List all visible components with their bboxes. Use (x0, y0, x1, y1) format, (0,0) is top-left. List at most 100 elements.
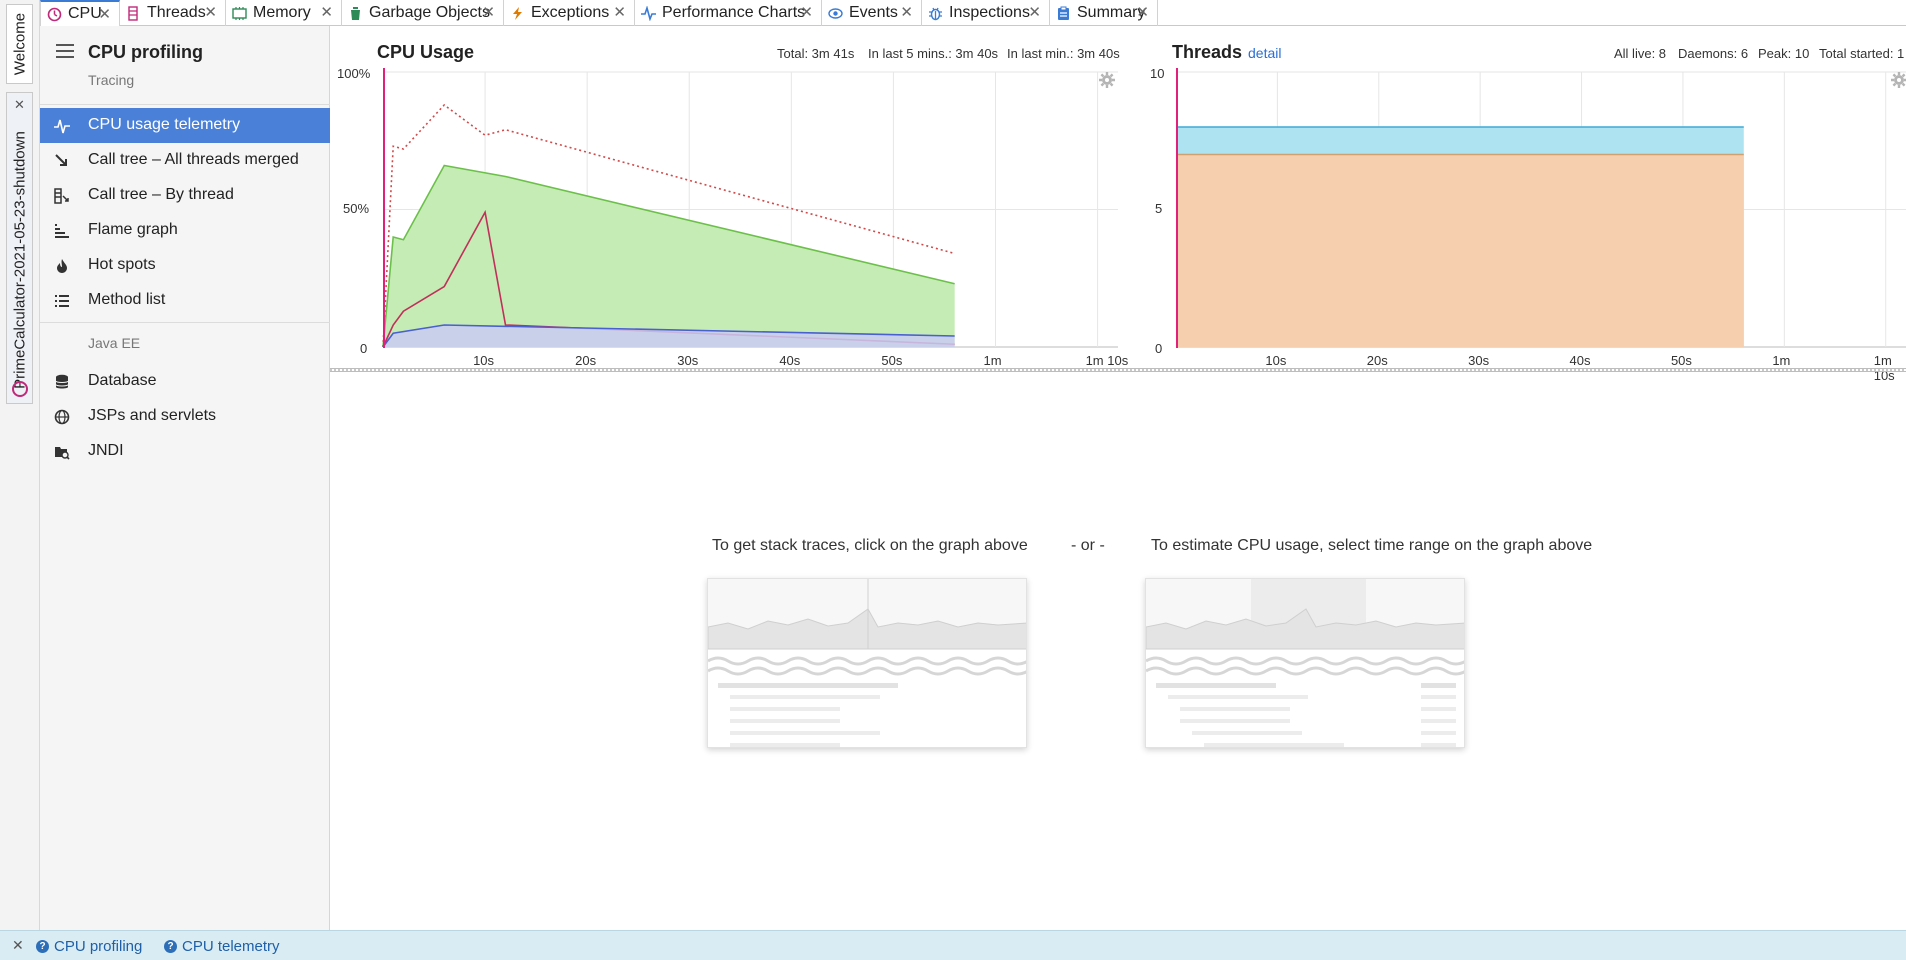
close-icon[interactable]: ✕ (12, 937, 24, 954)
globe-icon (54, 409, 70, 425)
sidebar-item-call-tree-by-thread[interactable]: Call tree – By thread (40, 178, 330, 213)
threads-detail-link[interactable]: detail (1248, 45, 1281, 61)
threads-icon (126, 5, 141, 21)
sidebar-item-jsps-servlets[interactable]: JSPs and servlets (40, 399, 330, 434)
memory-icon (232, 6, 247, 21)
help-link-label: CPU telemetry (182, 938, 280, 955)
sidebar-item-label: Flame graph (88, 221, 178, 238)
close-icon[interactable]: ✕ (613, 3, 626, 21)
list-icon (54, 293, 70, 309)
sidebar-item-label: JSPs and servlets (88, 407, 217, 424)
threads-y-tick: 10 (1150, 66, 1165, 81)
threads-y-tick: 5 (1155, 201, 1163, 216)
tab-label: Summary (1077, 4, 1146, 21)
threads-chart[interactable] (1130, 60, 1906, 370)
close-icon[interactable]: ✕ (900, 3, 913, 21)
thread-tree-icon (54, 188, 70, 204)
help-bar: ✕ ? CPU profiling ? CPU telemetry (0, 930, 1906, 960)
tab-performance-charts[interactable]: Performance Charts ✕ (635, 0, 822, 26)
hamburger-menu-icon[interactable] (56, 44, 74, 58)
close-icon[interactable]: ✕ (7, 97, 32, 113)
close-icon[interactable]: ✕ (98, 5, 111, 23)
tab-label: Performance Charts (662, 4, 806, 21)
tab-label: Events (849, 4, 898, 21)
cpu-x-tick: 20s (575, 353, 597, 368)
sidebar-item-method-list[interactable]: Method list (40, 283, 330, 318)
tab-label: Memory (253, 4, 311, 21)
cpu-stat-last-5-min: In last 5 mins.: 3m 40s (868, 46, 999, 61)
sidebar-item-flame-graph[interactable]: Flame graph (40, 213, 330, 248)
cpu-x-tick: 10s (473, 353, 495, 368)
help-icon: ? (36, 940, 49, 953)
session-tab-label: PrimeCalculator-2021-05-23-shutdown (11, 131, 28, 390)
sidebar-item-label: JNDI (88, 442, 124, 459)
close-icon[interactable]: ✕ (800, 3, 813, 21)
sidebar-item-label: Call tree – By thread (88, 186, 234, 203)
hint-stack-traces: To get stack traces, click on the graph … (712, 537, 1028, 554)
tab-exceptions[interactable]: Exceptions ✕ (504, 0, 635, 26)
sidebar: CPU profiling Tracing CPU usage telemetr… (40, 26, 330, 930)
cpu-stat-last-min: In last min.: 3m 40s (1007, 46, 1120, 61)
tab-inspections[interactable]: Inspections ✕ (922, 0, 1050, 26)
help-link-cpu-profiling[interactable]: ? CPU profiling (36, 938, 142, 955)
clipboard-icon (1056, 6, 1071, 21)
sidebar-title: CPU profiling (88, 42, 203, 62)
eye-icon (828, 6, 843, 21)
threads-x-tick: 1m (1772, 353, 1791, 368)
folder-search-icon (54, 444, 70, 460)
divider (40, 104, 330, 105)
sidebar-item-label: Database (88, 372, 157, 389)
bug-icon (928, 6, 943, 21)
cpu-y-tick: 100% (337, 66, 371, 81)
sidebar-item-label: CPU usage telemetry (88, 116, 241, 133)
tab-garbage-objects[interactable]: Garbage Objects ✕ (342, 0, 504, 26)
sidebar-item-cpu-usage-telemetry[interactable]: CPU usage telemetry (40, 108, 330, 143)
sidebar-item-hot-spots[interactable]: Hot spots (40, 248, 330, 283)
cpu-stat-total: Total: 3m 41s (777, 46, 855, 61)
cpu-usage-chart[interactable] (330, 60, 1130, 370)
sidebar-item-database[interactable]: Database (40, 364, 330, 399)
threads-stat-peak: Peak: 10 (1758, 46, 1810, 61)
settings-icon[interactable] (1891, 72, 1906, 88)
cpu-x-tick: 50s (881, 353, 903, 368)
hint-estimate-cpu: To estimate CPU usage, select time range… (1151, 537, 1593, 554)
cpu-x-tick: 1m (983, 353, 1002, 368)
section-label-java-ee: Java EE (88, 335, 141, 351)
close-icon[interactable]: ✕ (482, 3, 495, 21)
help-icon: ? (164, 940, 177, 953)
help-link-label: CPU profiling (54, 938, 143, 955)
sidebar-item-label: Hot spots (88, 256, 156, 273)
tab-summary[interactable]: Summary ✕ (1050, 0, 1158, 26)
threads-x-tick: 10s (1265, 353, 1287, 368)
help-link-cpu-telemetry[interactable]: ? CPU telemetry (164, 938, 280, 955)
sidebar-item-label: Call tree – All threads merged (88, 151, 299, 168)
exception-icon (510, 6, 525, 21)
tab-threads[interactable]: Threads ✕ (120, 0, 226, 26)
preview-time-range-image (1145, 578, 1465, 748)
tab-events[interactable]: Events ✕ (822, 0, 922, 26)
threads-x-tick: 20s (1366, 353, 1388, 368)
sidebar-item-call-tree-merged[interactable]: Call tree – All threads merged (40, 143, 330, 178)
session-tab[interactable]: ✕ PrimeCalculator-2021-05-23-shutdown (6, 92, 33, 404)
garbage-icon (348, 6, 363, 21)
threads-x-tick: 40s (1569, 353, 1591, 368)
sidebar-item-label: Method list (88, 291, 166, 308)
telemetry-icon (54, 118, 70, 134)
sidebar-item-jndi[interactable]: JNDI (40, 434, 330, 469)
tab-memory[interactable]: Memory ✕ (226, 0, 342, 26)
tab-cpu[interactable]: CPU ✕ (40, 0, 120, 26)
close-icon[interactable]: ✕ (1136, 3, 1149, 21)
flame-graph-icon (54, 223, 70, 239)
tab-label: Garbage Objects (369, 4, 490, 21)
tab-label: CPU (68, 5, 102, 22)
preview-stack-traces-image (707, 578, 1027, 748)
close-icon[interactable]: ✕ (1028, 3, 1041, 21)
cpu-x-tick: 30s (677, 353, 699, 368)
threads-stat-daemons: Daemons: 6 (1678, 46, 1749, 61)
hint-or: - or - (1071, 537, 1105, 554)
close-icon[interactable]: ✕ (320, 3, 333, 21)
welcome-tab[interactable]: Welcome (6, 4, 33, 84)
close-icon[interactable]: ✕ (204, 3, 217, 21)
splitter-handle[interactable] (330, 368, 1906, 372)
settings-icon[interactable] (1099, 72, 1115, 88)
